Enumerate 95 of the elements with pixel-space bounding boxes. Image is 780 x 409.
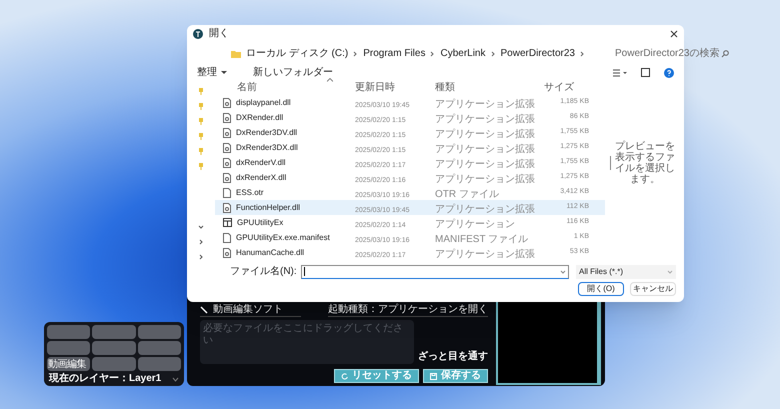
breadcrumb-item[interactable]: ローカル ディスク (C:) bbox=[246, 46, 348, 62]
file-type: アプリケーション拡張 bbox=[435, 114, 535, 124]
organize-button[interactable]: 整理 bbox=[197, 66, 249, 79]
pin-icon[interactable] bbox=[199, 133, 203, 140]
file-name: GPUUtilityEx.exe.manifest bbox=[236, 232, 330, 244]
file-name: HanumanCache.dll bbox=[236, 246, 304, 258]
app-window-icon bbox=[223, 218, 232, 227]
layer-tile[interactable] bbox=[138, 357, 181, 371]
chevron-right-icon bbox=[353, 50, 358, 57]
file-name: dxRenderV.dll bbox=[236, 156, 286, 168]
address-bar[interactable]: ローカル ディスク (C:) Program Files CyberLink PowerDirector23 bbox=[227, 44, 589, 63]
close-icon[interactable] bbox=[670, 30, 678, 38]
breadcrumb-item[interactable]: PowerDirector23 bbox=[500, 46, 575, 62]
cancel-button[interactable]: キャンセル bbox=[630, 282, 676, 296]
file-type: アプリケーション拡張 bbox=[435, 248, 535, 260]
file-name: dxRenderX.dll bbox=[236, 172, 286, 184]
pin-icon[interactable] bbox=[199, 148, 203, 155]
file-gear-icon bbox=[223, 202, 231, 212]
file-gear-icon bbox=[223, 158, 231, 168]
file-gear-icon bbox=[223, 112, 231, 122]
caret-icon bbox=[221, 70, 227, 75]
launch-type: 起動種類：アプリケーションを開く bbox=[328, 303, 488, 317]
file-type: アプリケーション拡張 bbox=[435, 174, 535, 184]
file-icon bbox=[223, 188, 231, 198]
reset-icon bbox=[341, 372, 348, 380]
file-name: DxRender3DV.dll bbox=[236, 126, 298, 138]
open-button[interactable]: 開く(O) bbox=[578, 282, 624, 296]
file-gear-icon bbox=[223, 128, 231, 138]
layer-tile[interactable] bbox=[92, 325, 136, 339]
file-type-dropdown[interactable]: All Files (*.*) bbox=[576, 264, 676, 278]
current-layer-label: 現在のレイヤー：Layer1 bbox=[49, 373, 162, 385]
file-gear-icon bbox=[223, 248, 231, 258]
new-folder-button[interactable]: 新しいフォルダー bbox=[253, 66, 609, 79]
chevron-right-icon[interactable] bbox=[198, 238, 204, 244]
layer-tile[interactable] bbox=[47, 341, 90, 355]
column-header[interactable]: 種類 bbox=[435, 82, 455, 94]
pin-icon[interactable] bbox=[199, 163, 203, 170]
help-icon[interactable] bbox=[664, 68, 674, 78]
filename-field[interactable] bbox=[300, 264, 569, 278]
save-icon bbox=[430, 372, 437, 380]
dropdown-icon[interactable] bbox=[172, 376, 179, 382]
file-name: displaypanel.dll bbox=[236, 96, 291, 108]
layer-tile[interactable] bbox=[47, 325, 90, 339]
pin-icon[interactable] bbox=[199, 103, 203, 110]
file-type: アプリケーション bbox=[435, 218, 515, 230]
file-type: MANIFEST ファイル bbox=[435, 234, 528, 244]
column-header[interactable]: 名前 bbox=[237, 82, 257, 94]
sort-caret-icon bbox=[327, 78, 333, 82]
file-gear-icon bbox=[223, 172, 231, 182]
app-logo-icon bbox=[193, 29, 203, 40]
folder-icon bbox=[231, 50, 241, 58]
file-type: アプリケーション拡張 bbox=[435, 204, 535, 214]
file-gear-icon bbox=[223, 98, 231, 108]
filename-label: ファイル名(N): bbox=[230, 265, 297, 279]
chevron-down-icon bbox=[667, 268, 673, 274]
chevron-right-icon bbox=[490, 50, 496, 57]
layer-tile[interactable] bbox=[92, 341, 136, 355]
drop-placeholder: 必要なファイルをここにドラッグしてください bbox=[203, 323, 404, 347]
file-icon bbox=[223, 232, 231, 242]
chevron-right-icon[interactable] bbox=[198, 254, 204, 260]
file-type: アプリケーション拡張 bbox=[435, 98, 535, 110]
panel-title: 動画編集ソフト bbox=[213, 303, 283, 316]
layer-tile[interactable]: 動画編集 bbox=[47, 357, 90, 371]
pin-icon[interactable] bbox=[199, 118, 203, 125]
search-placeholder: PowerDirector23の検索 bbox=[614, 46, 720, 62]
chevron-right-icon bbox=[580, 50, 585, 57]
layer-tile[interactable] bbox=[138, 325, 181, 339]
breadcrumb-item[interactable]: CyberLink bbox=[440, 46, 486, 62]
preview-pane-icon[interactable] bbox=[641, 68, 650, 78]
file-type: OTR ファイル bbox=[435, 188, 499, 200]
file-type: アプリケーション拡張 bbox=[435, 158, 535, 170]
file-name: GPUUtilityEx bbox=[237, 216, 284, 228]
preview-hint: プレビューを表示するファイルを選択します。 bbox=[614, 140, 676, 184]
file-gear-icon bbox=[223, 142, 231, 152]
column-header[interactable]: 更新日時 bbox=[355, 82, 395, 94]
file-name: DXRender.dll bbox=[236, 112, 284, 124]
chevron-down-icon[interactable] bbox=[198, 224, 204, 230]
skim-label: ざっと目を通す bbox=[418, 350, 488, 364]
chevron-down-icon bbox=[560, 268, 566, 274]
column-header[interactable]: サイズ bbox=[544, 82, 574, 94]
tile-label: 動画編集 bbox=[48, 358, 86, 370]
layer-tile[interactable] bbox=[138, 341, 181, 355]
layer-tile[interactable] bbox=[92, 357, 136, 371]
file-type: アプリケーション拡張 bbox=[435, 128, 535, 140]
breadcrumb-item[interactable]: Program Files bbox=[363, 46, 426, 62]
chevron-right-icon bbox=[430, 50, 436, 57]
search-icon bbox=[721, 50, 730, 58]
view-menu-icon[interactable] bbox=[613, 68, 627, 77]
file-type: アプリケーション拡張 bbox=[435, 144, 535, 154]
search-field[interactable]: PowerDirector23の検索 bbox=[612, 44, 732, 63]
window-title: 開く bbox=[209, 28, 230, 40]
file-name: ESS.otr bbox=[236, 186, 264, 198]
pin-icon[interactable] bbox=[199, 88, 203, 95]
file-name: FunctionHelper.dll bbox=[236, 202, 300, 214]
file-name: DxRender3DX.dll bbox=[236, 142, 298, 154]
